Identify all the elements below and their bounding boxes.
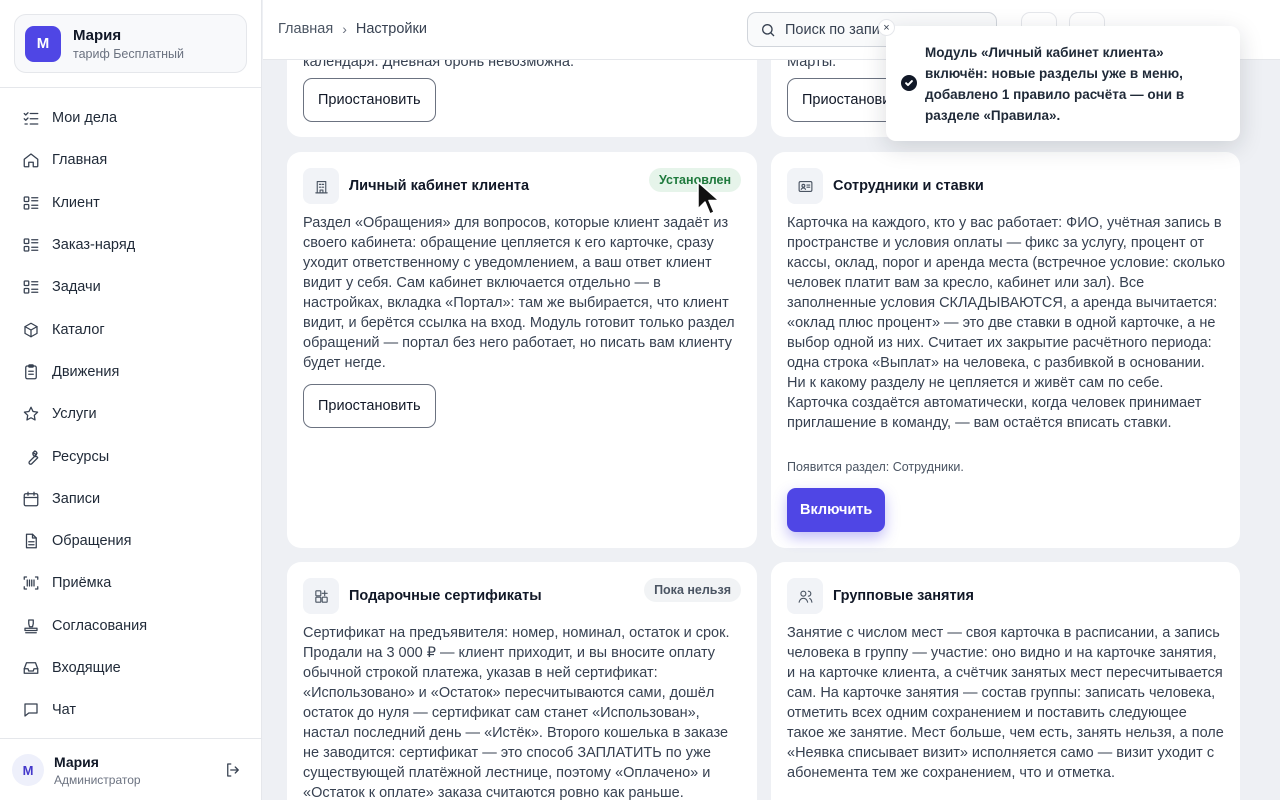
chevron-right-icon: ›	[342, 21, 347, 37]
sidebar-divider	[0, 87, 262, 88]
module-icon	[303, 578, 339, 614]
stamp-icon	[24, 619, 38, 634]
sidebar-item-chat[interactable]: Чат	[0, 689, 262, 731]
status-badge: Пока нельзя	[644, 578, 741, 602]
current-user[interactable]: М Мария Администратор	[12, 752, 252, 788]
sidebar-item-label: Входящие	[52, 660, 121, 676]
clipboard-icon	[25, 364, 37, 380]
pause-button[interactable]: Приостановить	[303, 384, 436, 428]
wrench-icon	[28, 449, 39, 465]
calendar-icon	[23, 491, 39, 507]
sidebar-item-label: Приёмка	[52, 575, 112, 592]
org-plan: тариф Бесплатный	[73, 46, 184, 61]
module-card-staff-rates: Сотрудники и ставки Карточка на каждого,…	[771, 152, 1240, 548]
sidebar-item-label: Согласования	[52, 617, 148, 634]
sidebar-item-label: Записи	[52, 490, 101, 507]
module-description: Раздел «Обращения» для вопросов, которые…	[303, 215, 735, 371]
sidebar-item-tasks[interactable]: Задачи	[0, 266, 262, 308]
inbox-icon	[23, 662, 39, 674]
sidebar-item-approvals[interactable]: Согласования	[0, 605, 262, 647]
breadcrumb: Главная › Настройки	[278, 21, 427, 37]
sidebar-item-label: Чат	[52, 702, 77, 719]
sidebar-item-requests[interactable]: Обращения	[0, 520, 262, 562]
module-icon	[303, 168, 339, 204]
list-icon	[23, 196, 39, 210]
list-icon	[23, 280, 39, 294]
sidebar-item-label: Обращения	[52, 533, 132, 550]
org-switcher[interactable]: М Мария тариф Бесплатный	[14, 14, 247, 73]
module-icon	[787, 168, 823, 204]
breadcrumb-home[interactable]: Главная	[278, 21, 333, 37]
module-title: Сотрудники и ставки	[833, 178, 984, 194]
sidebar-item-appointments[interactable]: Записи	[0, 478, 262, 520]
list-icon	[23, 238, 39, 252]
sidebar-item-services[interactable]: Услуги	[0, 393, 262, 435]
sidebar: М Мария тариф Бесплатный Мои дела Главна…	[0, 0, 262, 800]
users-icon	[798, 590, 812, 603]
task-list-icon	[23, 112, 39, 125]
sidebar-item-catalog[interactable]: Каталог	[0, 308, 262, 350]
module-description: Карточка на каждого, кто у вас работает:…	[787, 215, 1226, 431]
chat-icon	[24, 703, 38, 717]
document-icon	[25, 533, 37, 549]
sidebar-item-label: Ресурсы	[52, 448, 110, 465]
org-name: Мария	[73, 26, 122, 44]
box-icon	[24, 322, 38, 338]
logout-icon	[227, 763, 239, 777]
enable-button[interactable]: Включить	[787, 488, 886, 532]
sidebar-divider	[0, 738, 262, 739]
star-icon	[23, 406, 39, 421]
barcode-icon	[23, 576, 39, 591]
user-name: Мария	[54, 753, 99, 770]
sidebar-item-label: Каталог	[52, 321, 105, 338]
sidebar-item-label: Заказ-наряд	[52, 237, 136, 254]
module-description: Сертификат на предъявителя: номер, номин…	[303, 625, 730, 800]
sidebar-item-my-tasks[interactable]: Мои дела	[0, 97, 262, 139]
sidebar-item-work-order[interactable]: Заказ-наряд	[0, 224, 262, 266]
module-description: Занятие с числом мест — своя карточка в …	[787, 625, 1224, 781]
sidebar-item-movements[interactable]: Движения	[0, 351, 262, 393]
breadcrumb-current: Настройки	[355, 21, 427, 37]
module-title: Групповые занятия	[833, 588, 974, 604]
sidebar-item-label: Мои дела	[52, 110, 118, 127]
user-role: Администратор	[54, 772, 141, 787]
sidebar-item-label: Клиент	[52, 194, 100, 211]
org-avatar: М	[25, 25, 61, 62]
module-icon	[787, 578, 823, 614]
sidebar-item-label: Услуги	[52, 406, 97, 423]
module-hint: Появится раздел: Сотрудники.	[787, 460, 964, 474]
sidebar-item-label: Задачи	[52, 279, 101, 296]
check-icon	[901, 75, 917, 91]
module-card-group-classes: Групповые занятия Занятие с числом мест …	[771, 562, 1240, 800]
sidebar-item-label: Движения	[52, 363, 120, 380]
building-icon	[314, 180, 328, 193]
module-card-gift-certificates: Подарочные сертификаты Пока нельзя Серти…	[287, 562, 757, 800]
logout-button[interactable]	[224, 761, 242, 779]
home-icon	[23, 153, 39, 168]
pause-button[interactable]: Приостановить	[303, 78, 436, 122]
success-toast: × Модуль «Личный кабинет клиента» включё…	[878, 19, 1240, 141]
avatar: М	[12, 754, 44, 786]
id-card-icon	[798, 180, 812, 192]
toast-message: Модуль «Личный кабинет клиента» включён:…	[925, 45, 1185, 123]
sidebar-item-home[interactable]: Главная	[0, 139, 262, 181]
mouse-cursor-icon	[697, 181, 720, 215]
sidebar-nav: Мои дела Главная Клиент Заказ-наряд Зада…	[0, 97, 262, 731]
status-badge: Установлен	[649, 168, 741, 192]
sidebar-item-label: Главная	[52, 152, 108, 169]
module-title: Подарочные сертификаты	[349, 588, 542, 604]
sidebar-item-resources[interactable]: Ресурсы	[0, 435, 262, 477]
sidebar-item-receiving[interactable]: Приёмка	[0, 562, 262, 604]
sidebar-item-inbox[interactable]: Входящие	[0, 647, 262, 689]
module-card-client-portal: Личный кабинет клиента Установлен Раздел…	[287, 152, 757, 548]
module-title: Личный кабинет клиента	[349, 178, 530, 194]
sidebar-item-client[interactable]: Клиент	[0, 182, 262, 224]
gift-icon	[314, 589, 328, 603]
close-icon[interactable]: ×	[878, 19, 895, 36]
search-placeholder: Поиск по запи	[785, 21, 880, 38]
search-icon	[762, 23, 775, 36]
